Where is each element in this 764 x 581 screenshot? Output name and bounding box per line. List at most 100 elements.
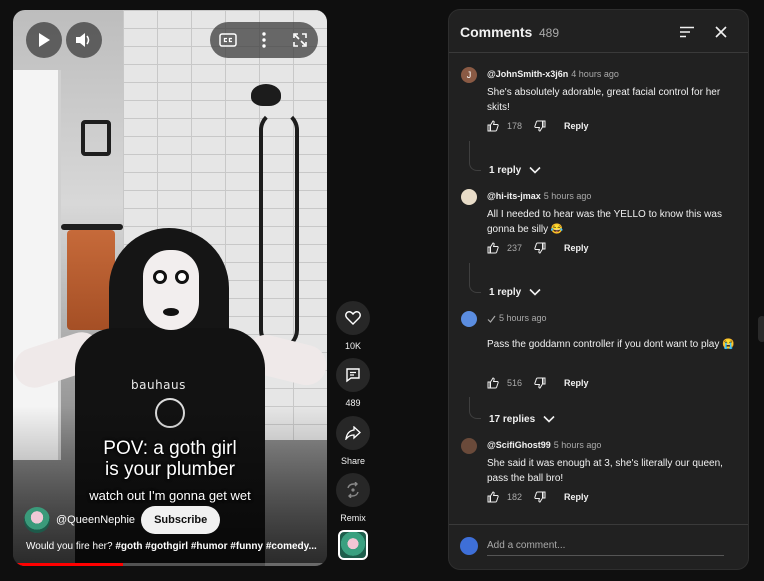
- thread-connector: [469, 141, 481, 171]
- thread-connector: [469, 397, 481, 419]
- fullscreen-icon: [293, 33, 307, 47]
- view-replies-button[interactable]: 1 reply: [489, 284, 541, 300]
- comment-text: All I needed to hear was the YELLO to kn…: [487, 209, 722, 235]
- share-button[interactable]: [336, 416, 370, 450]
- comment-text: She's absolutely adorable, great facial …: [487, 87, 721, 113]
- reply-button[interactable]: Reply: [564, 378, 589, 388]
- volume-button[interactable]: [66, 22, 102, 58]
- more-vert-icon: [262, 32, 266, 48]
- comment-author[interactable]: @JohnSmith-x3j6n: [487, 69, 568, 79]
- comments-action: 489: [336, 358, 370, 408]
- chevron-down-icon: [529, 166, 541, 174]
- comment-like-count: 182: [507, 492, 523, 502]
- view-replies-button[interactable]: 17 replies: [489, 411, 555, 427]
- thumbs-up-icon[interactable]: [487, 377, 499, 389]
- like-count: 10K: [344, 341, 361, 351]
- thumbs-up-icon[interactable]: [487, 491, 499, 503]
- view-replies-label: 1 reply: [489, 286, 522, 298]
- video-description-text: Would you fire her?: [26, 541, 116, 552]
- video-frame-face: [143, 250, 199, 330]
- comment-author-avatar[interactable]: J: [461, 67, 477, 83]
- reply-button[interactable]: Reply: [564, 243, 589, 253]
- share-icon: [345, 426, 361, 440]
- more-options-button[interactable]: [246, 22, 282, 58]
- like-button[interactable]: [336, 301, 370, 335]
- comment-author[interactable]: @ScifiGhost99: [487, 440, 551, 450]
- comments-count: 489: [345, 398, 361, 408]
- comment-text: She said it was enough at 3, she's liter…: [487, 458, 723, 484]
- view-replies-button[interactable]: 1 reply: [489, 162, 541, 178]
- reply-button[interactable]: Reply: [564, 492, 589, 502]
- thumbs-down-icon[interactable]: [534, 120, 546, 132]
- video-frame-lips: [163, 308, 179, 316]
- video-frame-eye-left: [153, 270, 167, 284]
- comment-like-count: 237: [507, 243, 523, 253]
- comment-icon: [346, 368, 360, 383]
- comment-author-avatar[interactable]: [461, 438, 477, 454]
- player-controls-group: [210, 22, 318, 58]
- current-user-avatar: [460, 537, 478, 555]
- video-frame-eye-right: [175, 270, 189, 284]
- video-frame-shirt-text: bauhaus: [131, 378, 186, 392]
- channel-name[interactable]: @QueenNephie: [56, 514, 135, 526]
- verified-check-icon: [487, 315, 496, 323]
- sound-thumbnail[interactable]: [338, 530, 368, 560]
- video-caption-line-3: watch out I'm gonna get wet: [89, 488, 251, 503]
- heart-icon: [345, 311, 361, 325]
- share-label: Share: [340, 456, 366, 466]
- remix-action: Remix: [336, 473, 370, 523]
- thumbs-up-icon[interactable]: [487, 242, 499, 254]
- comment-header: @ScifiGhost99 5 hours ago: [487, 440, 601, 450]
- video-caption-line-1: POV: a goth girl: [103, 438, 237, 459]
- play-button[interactable]: [26, 22, 62, 58]
- video-description-hashtags[interactable]: #goth #gothgirl #humor #funny #comedy...: [115, 541, 317, 552]
- sort-comments-button[interactable]: [677, 22, 697, 42]
- thumbs-down-icon[interactable]: [534, 491, 546, 503]
- comments-total-count: 489: [539, 26, 560, 40]
- chevron-down-icon: [529, 288, 541, 296]
- comment-header: 5 hours ago: [487, 313, 547, 323]
- close-icon: [715, 26, 727, 38]
- comment-header: @JohnSmith-x3j6n 4 hours ago: [487, 69, 619, 79]
- remix-button[interactable]: [336, 473, 370, 507]
- video-frame-hook: [81, 120, 111, 156]
- video-description[interactable]: Would you fire her? #goth #gothgirl #hum…: [26, 541, 320, 552]
- comment-author-avatar[interactable]: [461, 189, 477, 205]
- comment-time[interactable]: 5 hours ago: [544, 191, 592, 201]
- add-comment-bar: [449, 524, 748, 569]
- subscribe-button[interactable]: Subscribe: [141, 506, 221, 534]
- shorts-page: bauhaus POV: a goth girl is your plumber…: [0, 0, 764, 581]
- chevron-down-icon: [543, 415, 555, 423]
- comment-time[interactable]: 5 hours ago: [554, 440, 602, 450]
- view-replies-label: 17 replies: [489, 413, 536, 425]
- add-comment-input[interactable]: [487, 536, 724, 556]
- video-frame-hose: [259, 110, 299, 350]
- comments-button[interactable]: [336, 358, 370, 392]
- video-progress-bar[interactable]: [13, 563, 327, 566]
- channel-avatar[interactable]: [24, 507, 50, 533]
- share-action: Share: [336, 416, 370, 466]
- comment-author[interactable]: @hi-its-jmax: [487, 191, 541, 201]
- comment-time[interactable]: 4 hours ago: [571, 69, 619, 79]
- comment-time[interactable]: 5 hours ago: [499, 313, 547, 323]
- fullscreen-button[interactable]: [282, 22, 318, 58]
- comment-like-count: 516: [507, 378, 523, 388]
- comments-header: Comments 489: [449, 10, 748, 53]
- reply-button[interactable]: Reply: [564, 121, 589, 131]
- video-frame-door: [13, 70, 61, 460]
- video-frame-showerhead: [251, 84, 281, 106]
- comment-actions: 516 Reply: [487, 376, 589, 390]
- thumbs-down-icon[interactable]: [534, 377, 546, 389]
- comments-panel: Comments 489 J @JohnSmith-x3j6n 4 hours a…: [448, 9, 749, 570]
- scroll-next-handle[interactable]: [758, 316, 764, 342]
- video-player[interactable]: bauhaus POV: a goth girl is your plumber…: [13, 10, 327, 566]
- thread-connector: [469, 263, 481, 293]
- close-comments-button[interactable]: [711, 22, 731, 42]
- thumbs-up-icon[interactable]: [487, 120, 499, 132]
- view-replies-label: 1 reply: [489, 164, 522, 176]
- comment-author-avatar[interactable]: [461, 311, 477, 327]
- comment-like-count: 178: [507, 121, 523, 131]
- captions-button[interactable]: [210, 22, 246, 58]
- thumbs-down-icon[interactable]: [534, 242, 546, 254]
- comment-actions: 178 Reply: [487, 119, 589, 133]
